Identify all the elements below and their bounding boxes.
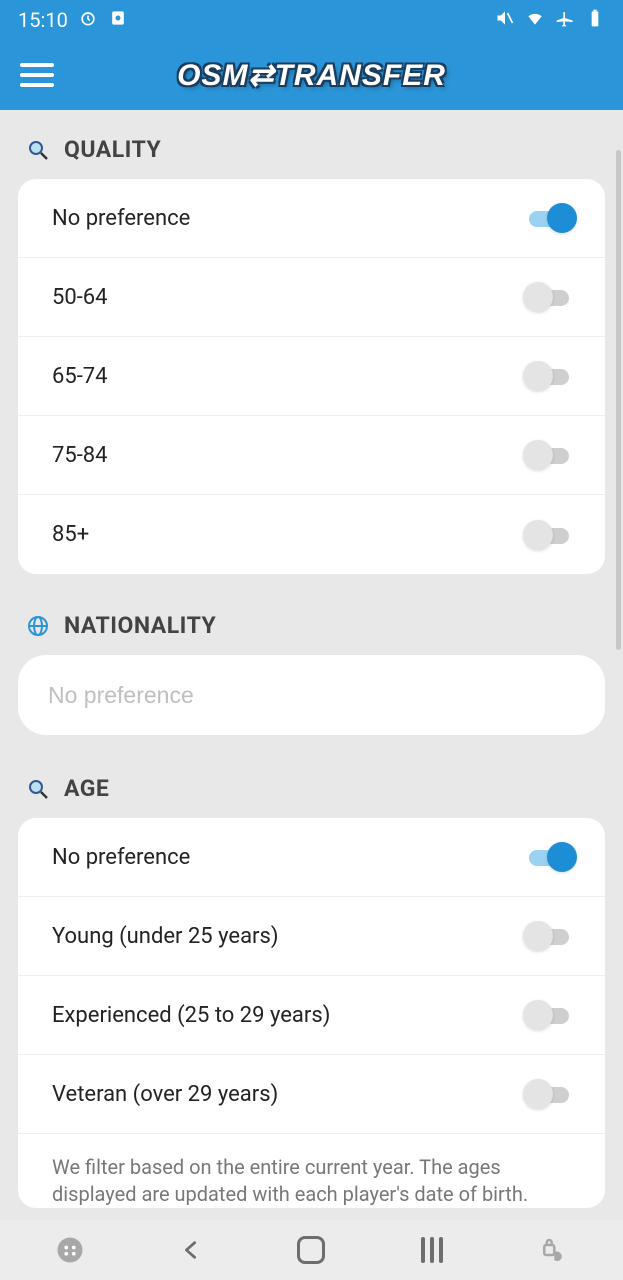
status-left: 15:10 [18, 8, 128, 33]
quality-row[interactable]: 65-74 [18, 337, 605, 416]
quality-card: No preference 50-64 65-74 75-84 85+ [18, 179, 605, 574]
content-scroll[interactable]: QUALITY No preference 50-64 65-74 75-84 … [0, 110, 623, 1220]
magnifier-icon [26, 138, 50, 162]
age-toggle-experienced[interactable] [523, 1001, 575, 1029]
section-header-age: AGE [18, 735, 605, 818]
quality-row[interactable]: 50-64 [18, 258, 605, 337]
mute-icon [495, 8, 515, 33]
age-row[interactable]: Experienced (25 to 29 years) [18, 976, 605, 1055]
airplane-icon [555, 8, 575, 33]
section-header-nationality: NATIONALITY [18, 574, 605, 655]
nav-back-button[interactable] [171, 1230, 211, 1270]
system-nav-bar [0, 1220, 623, 1280]
section-title-age: AGE [64, 775, 109, 802]
section-title-nationality: NATIONALITY [64, 612, 216, 639]
section-header-quality: QUALITY [18, 110, 605, 179]
scrollbar[interactable] [616, 150, 621, 650]
age-row[interactable]: No preference [18, 818, 605, 897]
globe-icon [26, 614, 50, 638]
age-row-label: Young (under 25 years) [52, 924, 279, 949]
status-right [495, 8, 605, 33]
age-row[interactable]: Veteran (over 29 years) [18, 1055, 605, 1134]
status-time: 15:10 [18, 8, 68, 32]
age-toggle-young[interactable] [523, 922, 575, 950]
battery-icon [585, 8, 605, 33]
age-footnote: We filter based on the entire current ye… [18, 1134, 605, 1208]
nav-recents-button[interactable] [412, 1230, 452, 1270]
alarm-icon [78, 8, 98, 33]
hamburger-menu-button[interactable] [20, 63, 54, 87]
age-card: No preference Young (under 25 years) Exp… [18, 818, 605, 1208]
status-bar: 15:10 [0, 0, 623, 40]
app-title: OSM⇄TRANSFER [177, 58, 446, 93]
quality-row-label: 75-84 [52, 443, 108, 468]
quality-row-label: No preference [52, 206, 190, 231]
quality-toggle-65-74[interactable] [523, 362, 575, 390]
quality-toggle-85plus[interactable] [523, 521, 575, 549]
nationality-input-card[interactable] [18, 655, 605, 735]
age-row-label: Veteran (over 29 years) [52, 1082, 278, 1107]
lock-touch-icon[interactable] [533, 1230, 573, 1270]
magnifier-icon [26, 777, 50, 801]
age-row[interactable]: Young (under 25 years) [18, 897, 605, 976]
wifi-icon [525, 8, 545, 33]
nationality-input[interactable] [48, 682, 575, 709]
section-title-quality: QUALITY [64, 136, 161, 163]
age-row-label: Experienced (25 to 29 years) [52, 1003, 330, 1028]
app-bar: OSM⇄TRANSFER [0, 40, 623, 110]
age-row-label: No preference [52, 845, 190, 870]
quality-toggle-no-preference[interactable] [523, 204, 575, 232]
card-icon [108, 8, 128, 33]
quality-row[interactable]: No preference [18, 179, 605, 258]
game-controller-icon[interactable] [50, 1230, 90, 1270]
quality-toggle-50-64[interactable] [523, 283, 575, 311]
quality-row[interactable]: 75-84 [18, 416, 605, 495]
age-toggle-veteran[interactable] [523, 1080, 575, 1108]
nav-home-button[interactable] [291, 1230, 331, 1270]
quality-toggle-75-84[interactable] [523, 441, 575, 469]
quality-row-label: 65-74 [52, 364, 108, 389]
quality-row-label: 50-64 [52, 285, 108, 310]
age-toggle-no-preference[interactable] [523, 843, 575, 871]
quality-row[interactable]: 85+ [18, 495, 605, 574]
quality-row-label: 85+ [52, 522, 89, 547]
